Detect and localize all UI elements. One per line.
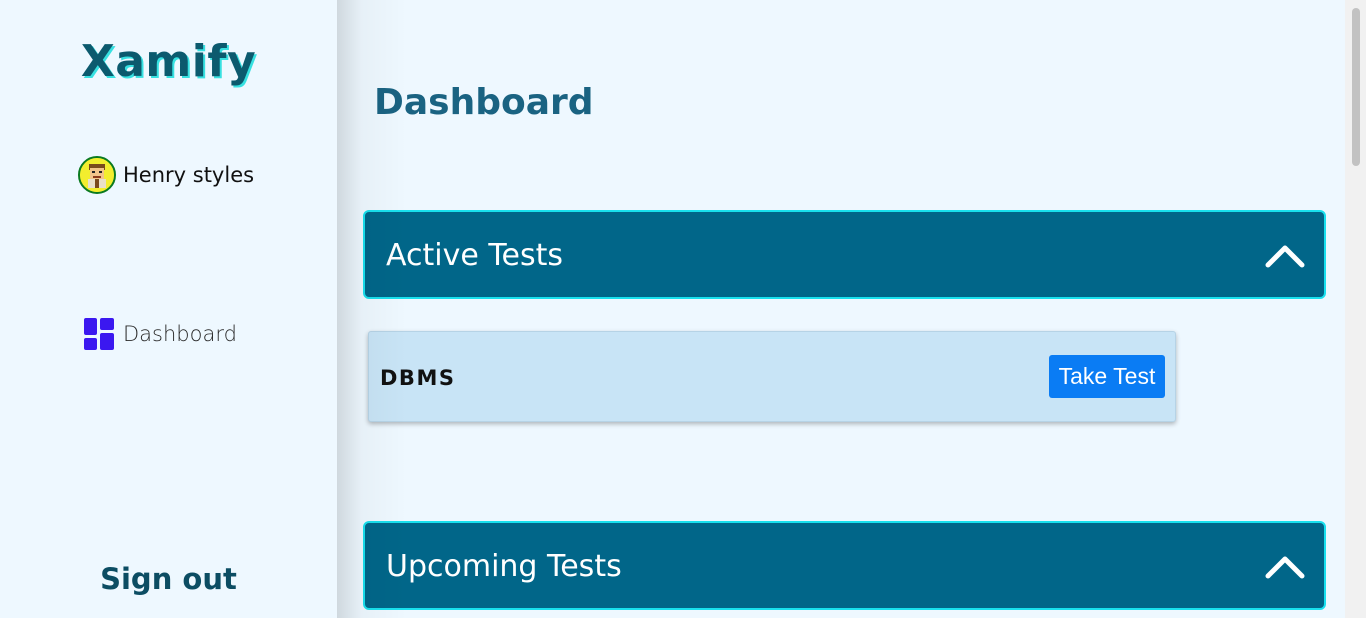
scrollbar[interactable]	[1345, 0, 1366, 618]
chevron-up-icon	[1265, 556, 1305, 579]
test-card: DBMS Take Test	[368, 331, 1176, 422]
user-profile: Henry styles	[78, 156, 254, 194]
sidebar: Xamify Henry styles Dashboard Sign out	[0, 0, 337, 618]
sign-out-link[interactable]: Sign out	[0, 562, 337, 596]
avatar-icon	[78, 156, 116, 194]
dashboard-icon	[84, 318, 114, 350]
upcoming-tests-header[interactable]: Upcoming Tests	[363, 521, 1326, 610]
sidebar-item-dashboard[interactable]: Dashboard	[84, 318, 237, 350]
brand-logo: Xamify	[80, 36, 257, 87]
active-tests-header[interactable]: Active Tests	[363, 210, 1326, 299]
user-name: Henry styles	[123, 163, 255, 187]
sidebar-shadow	[337, 0, 407, 618]
main-content: Dashboard Active Tests DBMS Take Test Up…	[337, 0, 1345, 618]
scrollbar-thumb[interactable]	[1352, 8, 1360, 166]
section-title: Active Tests	[386, 238, 564, 273]
section-title: Upcoming Tests	[386, 549, 622, 584]
take-test-button[interactable]: Take Test	[1049, 355, 1165, 398]
sidebar-item-label: Dashboard	[123, 322, 237, 346]
chevron-up-icon	[1265, 245, 1305, 268]
